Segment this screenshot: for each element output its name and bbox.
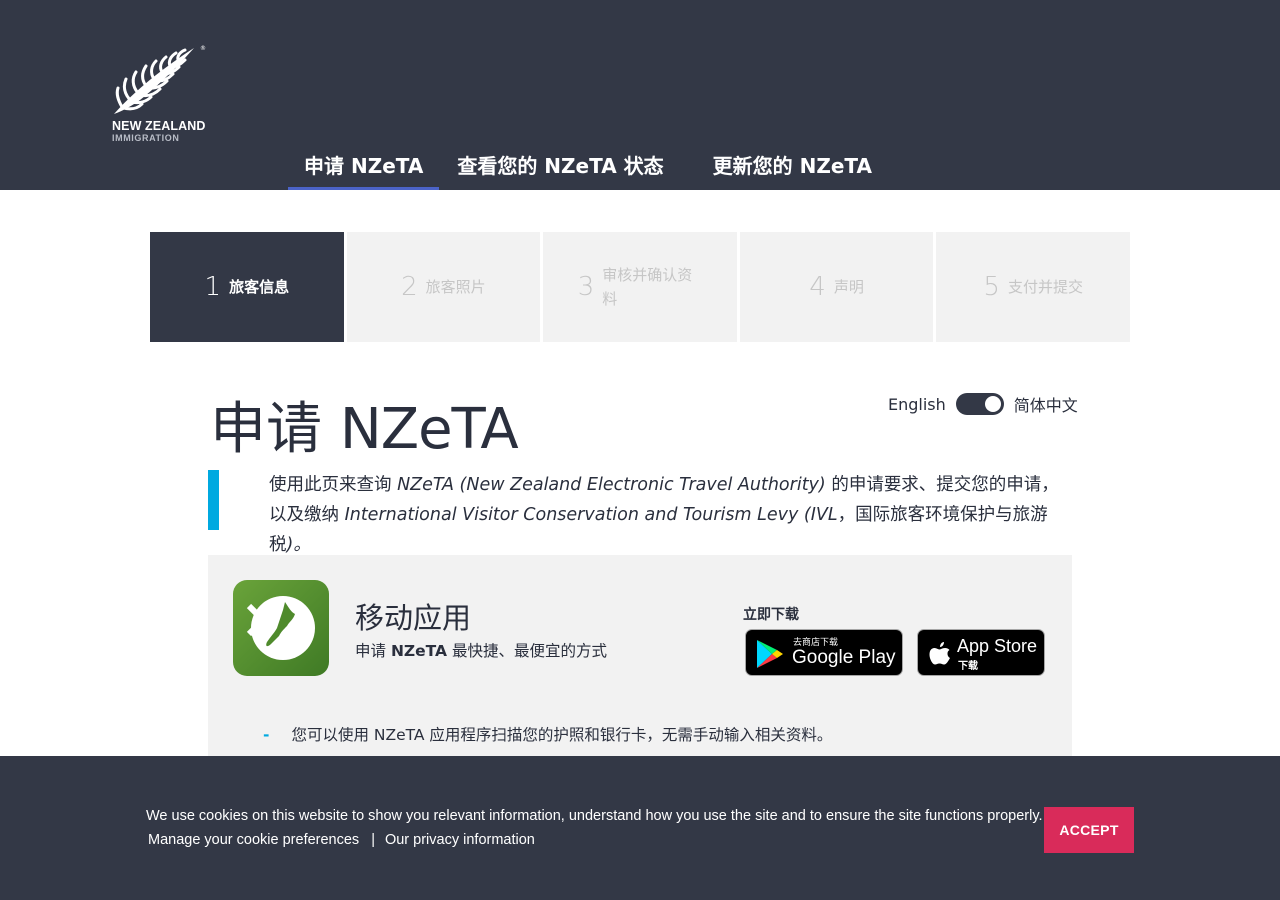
bullet-dash-icon: - <box>263 726 270 744</box>
link-separator: | <box>371 832 375 848</box>
step-declaration: 4 声明 <box>739 232 934 342</box>
site-header: ® NEW ZEALAND IMMIGRATION 申请 NZeTA 查看您的 … <box>0 0 1280 190</box>
intro-paragraph: 使用此页来查询 NZeTA (New Zealand Electronic Tr… <box>269 470 1069 560</box>
step-label: 声明 <box>833 278 864 296</box>
privacy-information-link[interactable]: Our privacy information <box>385 832 535 848</box>
nav-renew-nzeta[interactable]: 更新您的 NZeTA <box>697 148 888 190</box>
cookie-banner: We use cookies on this website to show y… <box>0 756 1280 900</box>
list-item: - 您可以使用 NZeTA 应用程序扫描您的护照和银行卡，无需手动输入相关资料。 <box>263 723 832 745</box>
accept-cookies-button[interactable]: ACCEPT <box>1044 807 1134 853</box>
apple-icon <box>929 642 950 665</box>
google-play-big-text: Google Play <box>792 647 896 668</box>
app-store-button[interactable]: App Store 下载 <box>917 629 1045 676</box>
step-number: 3 <box>577 272 595 302</box>
nz-map-app-icon <box>246 596 315 660</box>
intro-accent-bar <box>208 470 219 530</box>
page-title: 申请 NZeTA <box>210 384 519 465</box>
cookie-links: Manage your cookie preferences | Our priva… <box>148 832 535 848</box>
google-play-button[interactable]: 去商店下载 Google Play <box>745 629 903 676</box>
intro-text: 使用此页来查询 <box>269 475 398 495</box>
manage-cookie-preferences-link[interactable]: Manage your cookie preferences <box>148 832 359 848</box>
step-number: 1 <box>204 272 222 302</box>
page-title-cjk: 申请 <box>210 397 322 462</box>
bullet-text: 您可以使用 NZeTA 应用程序扫描您的护照和银行卡，无需手动输入相关资料。 <box>291 726 833 744</box>
step-label: 旅客照片 <box>425 278 486 296</box>
cookie-message: We use cookies on this website to show y… <box>146 808 1043 824</box>
intro-italic-nzeta: NZeTA (New Zealand Electronic Travel Aut… <box>397 475 826 495</box>
nav-apply-nzeta[interactable]: 申请 NZeTA <box>288 148 440 190</box>
download-now-label: 立即下载 <box>743 607 799 623</box>
app-tagline: 申请 NZeTA 最快捷、最便宜的方式 <box>355 639 607 661</box>
tagline-text: 申请 <box>355 642 391 660</box>
logo-title: NEW ZEALAND <box>112 119 206 133</box>
app-store-big-text: App Store <box>957 636 1038 656</box>
step-number: 5 <box>983 272 1000 302</box>
step-review-confirm: 3 审核并确认资料 <box>543 232 737 342</box>
main-nav: 申请 NZeTA 查看您的 NZeTA 状态 更新您的 NZeTA <box>288 148 888 190</box>
silver-fern-icon <box>114 48 194 114</box>
step-number: 2 <box>401 272 418 302</box>
nzeta-app-icon <box>233 580 329 676</box>
progress-steps: 1 旅客信息 2 旅客照片 3 审核并确认资料 4 声明 5 支付并提交 <box>150 232 1130 342</box>
logo-subtitle: IMMIGRATION <box>112 133 180 143</box>
nav-check-status[interactable]: 查看您的 NZeTA 状态 <box>440 148 679 190</box>
language-chinese-label[interactable]: 简体中文 <box>1014 392 1078 416</box>
language-english-label[interactable]: English <box>888 395 946 414</box>
app-store-small-text: 下载 <box>958 661 978 672</box>
intro-italic-ivl: International Visitor Conservation and T… <box>344 505 838 525</box>
step-pay-submit: 5 支付并提交 <box>936 232 1130 342</box>
app-name: 移动应用 <box>355 601 472 635</box>
nz-immigration-logo[interactable]: ® NEW ZEALAND IMMIGRATION <box>110 44 220 144</box>
language-toggle-switch[interactable] <box>955 393 1004 415</box>
google-play-icon <box>757 640 783 668</box>
step-traveller-photo: 2 旅客照片 <box>346 232 541 342</box>
step-label: 旅客信息 <box>229 278 290 296</box>
step-label: 支付并提交 <box>1007 278 1083 296</box>
language-switcher: English 简体中文 <box>888 392 1078 416</box>
trademark-mark: ® <box>200 45 206 52</box>
intro-text: )。 <box>286 535 311 555</box>
page-title-latin: NZeTA <box>339 397 519 462</box>
step-traveller-info[interactable]: 1 旅客信息 <box>150 232 344 342</box>
step-number: 4 <box>809 272 826 302</box>
tagline-bold: NZeTA <box>390 642 448 660</box>
step-label: 审核并确认资料 <box>602 266 693 308</box>
tagline-text: 最快捷、最便宜的方式 <box>447 642 607 660</box>
mobile-app-panel: 移动应用 申请 NZeTA 最快捷、最便宜的方式 立即下载 去商店下载 Goog… <box>208 555 1072 765</box>
